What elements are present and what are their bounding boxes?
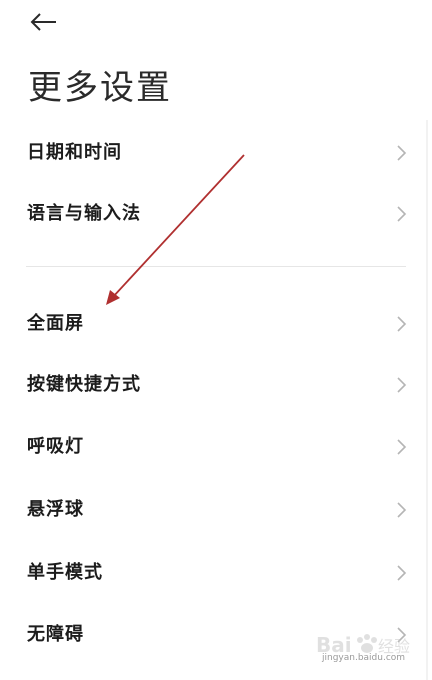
settings-item-label: 悬浮球 xyxy=(27,499,84,520)
section-divider xyxy=(26,266,406,267)
settings-item-language-input[interactable]: 语言与输入法 xyxy=(0,183,432,243)
chevron-right-icon xyxy=(397,565,407,581)
settings-item-floating-ball[interactable]: 悬浮球 xyxy=(0,479,432,539)
settings-item-date-time[interactable]: 日期和时间 xyxy=(0,122,432,182)
settings-item-breathing-light[interactable]: 呼吸灯 xyxy=(0,416,432,476)
chevron-right-icon xyxy=(397,206,407,222)
settings-item-label: 单手模式 xyxy=(27,562,103,583)
settings-item-button-shortcuts[interactable]: 按键快捷方式 xyxy=(0,354,432,414)
page-title: 更多设置 xyxy=(28,68,172,108)
back-button[interactable] xyxy=(26,8,62,36)
chevron-right-icon xyxy=(397,439,407,455)
settings-item-label: 日期和时间 xyxy=(27,142,122,163)
settings-item-label: 呼吸灯 xyxy=(27,436,84,457)
settings-item-label: 语言与输入法 xyxy=(27,203,141,224)
chevron-right-icon xyxy=(397,145,407,161)
watermark-url: jingyan.baidu.com xyxy=(322,653,406,663)
settings-item-label: 全面屏 xyxy=(27,313,84,334)
settings-item-one-handed-mode[interactable]: 单手模式 xyxy=(0,542,432,602)
settings-item-label: 无障碍 xyxy=(27,624,84,645)
chevron-right-icon xyxy=(397,502,407,518)
back-arrow-icon xyxy=(30,13,56,31)
chevron-right-icon xyxy=(397,377,407,393)
settings-item-fullscreen[interactable]: 全面屏 xyxy=(0,293,432,353)
baidu-watermark-logo: Bai 经验 xyxy=(316,633,410,657)
chevron-right-icon xyxy=(397,316,407,332)
settings-item-label: 按键快捷方式 xyxy=(27,374,141,395)
